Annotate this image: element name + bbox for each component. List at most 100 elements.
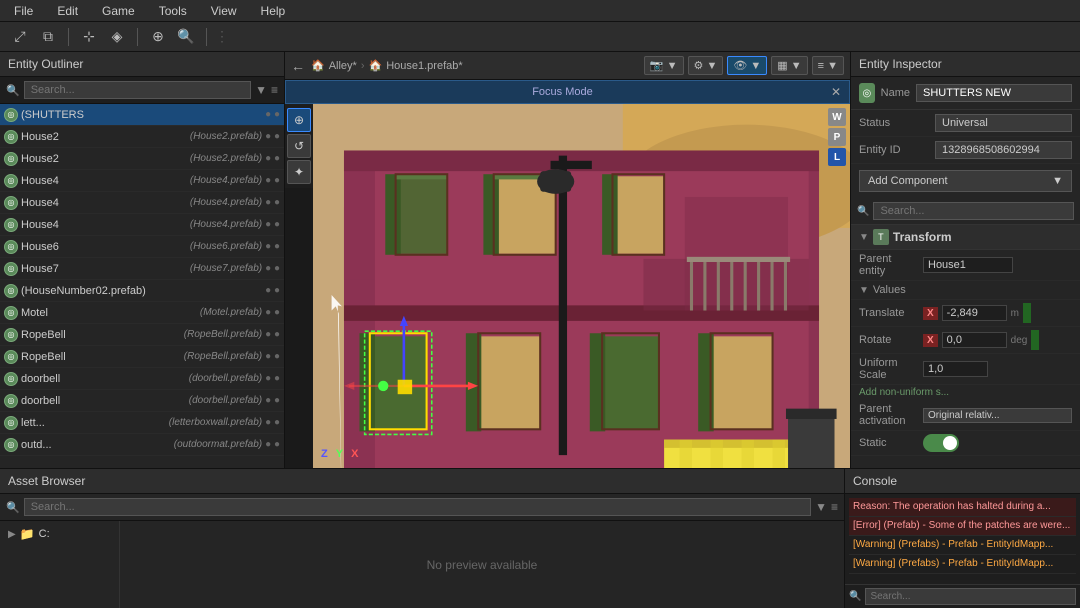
vp-camera-btn[interactable]: 📷 ▼: [644, 56, 684, 75]
entity-row-extra: (House2.prefab): [190, 131, 262, 142]
breadcrumb-sep-1: ›: [361, 60, 365, 72]
rotate-x-btn[interactable]: X: [923, 334, 938, 347]
entity-row[interactable]: ◎ doorbell (doorbell.prefab) ● ●: [0, 390, 284, 412]
entity-row[interactable]: ◎ outd... (outdoormat.prefab) ● ●: [0, 434, 284, 456]
main-area: Entity Outliner 🔍 ▼ ≡ ◎ (SHUTTERS ● ● ◎ …: [0, 52, 1080, 468]
entity-menu-btn[interactable]: ≡: [271, 83, 278, 97]
entity-row[interactable]: ◎ House4 (House4.prefab) ● ●: [0, 170, 284, 192]
entity-row-extra: (House6.prefab): [190, 241, 262, 252]
rotate-unit: deg: [1011, 335, 1028, 346]
vp-tool-scale[interactable]: ✦: [287, 160, 311, 184]
viewport-container[interactable]: Focus Mode ✕ ⊕ ↺ ✦ W P L Z Y X: [285, 80, 850, 468]
entity-row[interactable]: ◎ House4 (House4.prefab) ● ●: [0, 192, 284, 214]
parent-activation-value: Original relativ...: [923, 408, 1072, 423]
add-nonuniform-btn[interactable]: Add non-uniform s...: [851, 385, 1080, 400]
entity-row[interactable]: ◎ doorbell (doorbell.prefab) ● ●: [0, 368, 284, 390]
entity-row[interactable]: ◎ House4 (House4.prefab) ● ●: [0, 214, 284, 236]
breadcrumb-alley[interactable]: Alley*: [329, 60, 357, 72]
toolbar-zoom-btn[interactable]: 🔍: [174, 26, 198, 48]
tree-item-arrow[interactable]: ▶ 📁 C:: [4, 525, 115, 543]
asset-browser-panel: Asset Browser 🔍 ▼ ≡ ▶ 📁 C: No preview av…: [0, 469, 845, 608]
rotate-input[interactable]: [942, 332, 1007, 348]
toolbar-duplicate-btn[interactable]: ⧉: [36, 26, 60, 48]
console-search-input[interactable]: [865, 588, 1076, 605]
entity-row[interactable]: ◎ House2 (House2.prefab) ● ●: [0, 148, 284, 170]
wpl-w-badge[interactable]: W: [828, 108, 846, 126]
entity-row-name: outd...: [21, 439, 171, 451]
menu-help[interactable]: Help: [255, 2, 292, 20]
asset-search-input[interactable]: [24, 498, 811, 516]
wpl-l-badge[interactable]: L: [828, 148, 846, 166]
entity-row[interactable]: ◎ House7 (House7.prefab) ● ●: [0, 258, 284, 280]
main-toolbar: ⤢ ⧉ ⊹ ◈ ⊕ 🔍 ⋮: [0, 22, 1080, 52]
entity-row-name: RopeBell: [21, 329, 181, 341]
static-toggle[interactable]: [923, 434, 959, 452]
vp-menu-btn[interactable]: ≡ ▼: [812, 56, 844, 75]
console-msg-1: [Error] (Prefab) - Some of the patches a…: [849, 517, 1076, 536]
toolbar-globe-btn[interactable]: ⊕: [146, 26, 170, 48]
vp-settings-btn[interactable]: ⚙ ▼: [688, 56, 724, 75]
component-search-input[interactable]: [873, 202, 1074, 220]
entity-row[interactable]: ◎ House6 (House6.prefab) ● ●: [0, 236, 284, 258]
entity-row[interactable]: ◎ Motel (Motel.prefab) ● ●: [0, 302, 284, 324]
asset-menu-btn[interactable]: ≡: [831, 500, 838, 514]
parent-entity-input[interactable]: [923, 257, 1013, 273]
console-panel: Console Reason: The operation has halted…: [845, 469, 1080, 608]
focus-close-btn[interactable]: ✕: [831, 85, 841, 99]
entity-row[interactable]: ◎ RopeBell (RopeBell.prefab) ● ●: [0, 346, 284, 368]
bottom-area: Asset Browser 🔍 ▼ ≡ ▶ 📁 C: No preview av…: [0, 468, 1080, 608]
breadcrumb-house[interactable]: House1.prefab*: [386, 60, 462, 72]
toolbar-sep-1: [68, 28, 69, 46]
toolbar-select-btn[interactable]: ⊹: [77, 26, 101, 48]
asset-preview-area: No preview available: [120, 521, 844, 608]
entity-row[interactable]: ◎ lett... (letterboxwall.prefab) ● ●: [0, 412, 284, 434]
entity-search-input[interactable]: [24, 81, 251, 99]
translate-green-btn[interactable]: [1023, 303, 1031, 323]
entity-row-icon: ◎: [4, 196, 18, 210]
entity-row[interactable]: ◎ RopeBell (RopeBell.prefab) ● ●: [0, 324, 284, 346]
toolbar-move-btn[interactable]: ⤢: [8, 26, 32, 48]
entity-row[interactable]: ◎ (SHUTTERS ● ●: [0, 104, 284, 126]
add-component-btn[interactable]: Add Component ▼: [859, 170, 1072, 192]
uniform-scale-input[interactable]: [923, 361, 988, 377]
translate-x-btn[interactable]: X: [923, 307, 938, 320]
parent-entity-row: Parent entity: [851, 250, 1080, 281]
entity-row[interactable]: ◎ (HouseNumber02.prefab) ● ●: [0, 280, 284, 302]
vp-eye-btn[interactable]: 👁 ▼: [727, 56, 767, 75]
entity-filter-btn[interactable]: ▼: [255, 83, 267, 97]
asset-filter-btn[interactable]: ▼: [815, 500, 827, 514]
entity-row-extra: (doorbell.prefab): [189, 395, 262, 406]
menu-edit[interactable]: Edit: [51, 2, 84, 20]
entity-row-icon: ◎: [4, 240, 18, 254]
console-header: Console: [845, 469, 1080, 494]
asset-browser-title: Asset Browser: [8, 474, 85, 488]
viewport-back-btn[interactable]: ←: [291, 58, 305, 74]
menu-tools[interactable]: Tools: [153, 2, 193, 20]
vp-display-btn[interactable]: ▦ ▼: [771, 56, 807, 75]
static-row: Static: [851, 431, 1080, 456]
entity-outliner-title: Entity Outliner: [8, 57, 83, 71]
menu-file[interactable]: File: [8, 2, 39, 20]
entity-row-name: House6: [21, 241, 187, 253]
menu-view[interactable]: View: [205, 2, 243, 20]
entity-row[interactable]: ◎ House2 (House2.prefab) ● ●: [0, 126, 284, 148]
asset-main: ▶ 📁 C: No preview available: [0, 521, 844, 608]
entity-inspector-header: Entity Inspector: [851, 52, 1080, 77]
values-label: Values: [873, 284, 933, 296]
toolbar-paint-btn[interactable]: ◈: [105, 26, 129, 48]
toolbar-more: ⋮: [215, 28, 229, 45]
inspector-name-input[interactable]: [916, 84, 1072, 102]
vp-tool-rotate[interactable]: ↺: [287, 134, 311, 158]
status-label: Status: [859, 117, 929, 129]
vp-tool-move[interactable]: ⊕: [287, 108, 311, 132]
entity-row-icon: ◎: [4, 438, 18, 452]
translate-x-input[interactable]: [942, 305, 1007, 321]
rotate-green-btn[interactable]: [1031, 330, 1039, 350]
menu-game[interactable]: Game: [96, 2, 141, 20]
wpl-p-badge[interactable]: P: [828, 128, 846, 146]
focus-mode-title: Focus Mode: [532, 86, 593, 98]
console-msg-text-1: [Error] (Prefab) - Some of the patches a…: [853, 520, 1070, 531]
viewport-area: ← 🏠 Alley* › 🏠 House1.prefab* 📷 ▼ ⚙ ▼ 👁 …: [285, 52, 850, 468]
asset-search-bar: 🔍 ▼ ≡: [0, 494, 844, 521]
transform-section-header[interactable]: ▼ T Transform: [851, 225, 1080, 250]
